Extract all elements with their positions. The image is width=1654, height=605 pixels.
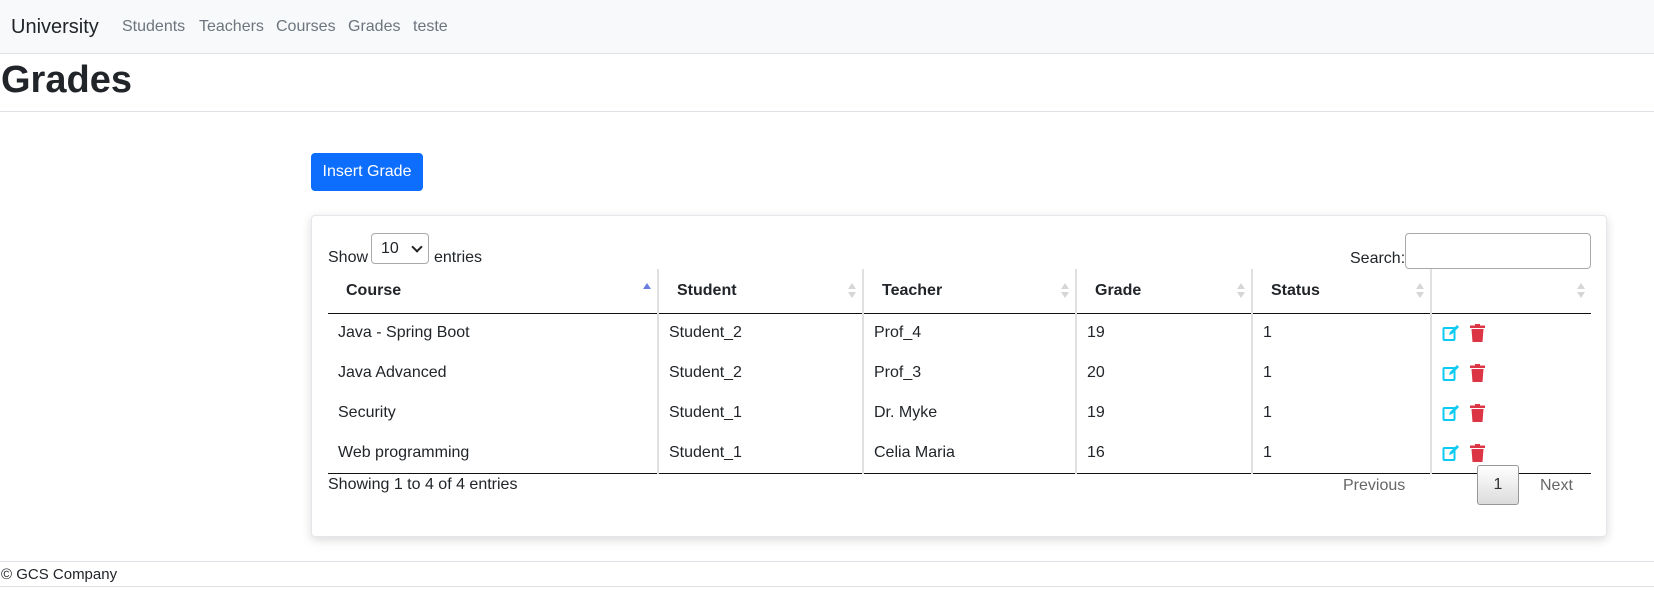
column-header-label: Student [677,281,737,299]
sort-icon [1237,283,1245,299]
cell-student: Student_2 [658,313,864,353]
insert-grade-button[interactable]: Insert Grade [311,153,423,191]
edit-icon[interactable] [1442,324,1460,342]
column-header-student[interactable]: Student [658,269,864,314]
column-header-course[interactable]: Course [328,269,659,314]
edit-icon[interactable] [1442,404,1460,422]
nav-link-students[interactable]: Students [122,18,185,36]
column-header-label: Course [346,281,402,299]
cell-actions [1431,353,1591,393]
sort-icon [1061,283,1069,299]
cell-teacher: Dr. Myke [863,393,1077,433]
cell-teacher: Prof_4 [863,313,1077,353]
nav-link-teste[interactable]: teste [413,18,448,36]
cell-status: 1 [1252,353,1432,393]
page-title: Grades [1,59,132,101]
pagination-next[interactable]: Next [1540,477,1573,495]
trash-icon[interactable] [1470,363,1486,382]
sort-icon [848,283,856,299]
sort-icon [1416,283,1424,299]
cell-grade: 19 [1076,393,1253,433]
column-header-grade[interactable]: Grade [1076,269,1253,314]
pagination-page-1[interactable]: 1 [1477,465,1519,505]
table-row: Java - Spring Boot Student_2 Prof_4 19 1 [328,313,1591,353]
sort-ascending-icon [643,283,651,299]
pagination-previous[interactable]: Previous [1343,477,1405,495]
cell-status: 1 [1252,393,1432,433]
table-row: Security Student_1 Dr. Myke 19 1 [328,393,1591,433]
show-label: Show [328,249,369,266]
grades-table-card: Show 10 entries Search: Course Student T… [311,215,1607,537]
entries-per-page-select[interactable]: 10 [371,233,429,264]
column-header-label: Status [1271,281,1320,299]
search-input[interactable] [1405,233,1591,269]
cell-student: Student_1 [658,433,864,474]
entries-per-page-value: 10 [381,240,399,257]
navbar: University Students Teachers Courses Gra… [0,0,1654,54]
search-label: Search: [1350,250,1406,267]
table-row: Web programming Student_1 Celia Maria 16… [328,433,1591,474]
cell-actions [1431,393,1591,433]
column-header-actions[interactable] [1431,269,1591,314]
sort-icon [1577,283,1585,299]
table-row: Java Advanced Student_2 Prof_3 20 1 [328,353,1591,393]
cell-grade: 19 [1076,313,1253,353]
edit-icon[interactable] [1442,444,1460,462]
cell-grade: 20 [1076,353,1253,393]
cell-course: Security [328,393,659,433]
footer-divider [0,586,1654,587]
cell-course: Java Advanced [328,353,659,393]
trash-icon[interactable] [1470,443,1486,462]
entries-label: entries [434,249,483,266]
cell-teacher: Prof_3 [863,353,1077,393]
nav-link-teachers[interactable]: Teachers [199,18,264,36]
column-header-label: Grade [1095,281,1142,299]
table-header-row: Course Student Teacher Grade Status [328,269,1591,314]
nav-link-courses[interactable]: Courses [276,18,336,36]
footer-divider [0,561,1654,562]
nav-link-grades[interactable]: Grades [348,18,400,36]
cell-teacher: Celia Maria [863,433,1077,474]
title-divider [0,111,1654,112]
cell-course: Web programming [328,433,659,474]
column-header-status[interactable]: Status [1252,269,1432,314]
chevron-down-icon [411,241,423,253]
trash-icon[interactable] [1470,403,1486,422]
trash-icon[interactable] [1470,324,1486,343]
cell-actions [1431,313,1591,353]
cell-student: Student_1 [658,393,864,433]
grades-table: Course Student Teacher Grade Status Java… [328,269,1591,474]
column-header-teacher[interactable]: Teacher [863,269,1077,314]
cell-status: 1 [1252,433,1432,474]
table-info: Showing 1 to 4 of 4 entries [328,476,518,493]
cell-course: Java - Spring Boot [328,313,659,353]
cell-student: Student_2 [658,353,864,393]
cell-status: 1 [1252,313,1432,353]
footer-copyright: © GCS Company [1,566,118,583]
column-header-label: Teacher [882,281,943,299]
navbar-brand[interactable]: University [11,16,99,39]
cell-grade: 16 [1076,433,1253,474]
edit-icon[interactable] [1442,364,1460,382]
